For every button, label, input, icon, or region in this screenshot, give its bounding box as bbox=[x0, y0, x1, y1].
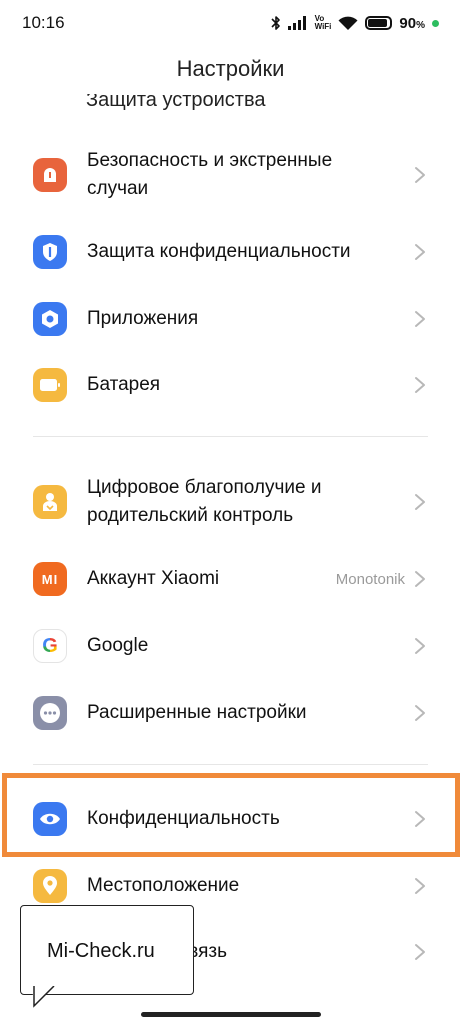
chevron-right-icon bbox=[415, 244, 425, 260]
watermark-text: Mi-Check.ru bbox=[47, 940, 155, 962]
status-bar: 10:16 Vo WiFi 90% bbox=[0, 0, 461, 46]
settings-item-security-emergency[interactable]: Безопасность и экстренные случаи bbox=[0, 145, 461, 205]
settings-item-label: Защита устройства bbox=[86, 94, 266, 110]
settings-item-label: Защита конфиденциальности bbox=[87, 241, 351, 262]
chevron-right-icon bbox=[415, 571, 425, 587]
more-dots-icon bbox=[33, 696, 67, 730]
location-pin-icon bbox=[33, 869, 67, 903]
chevron-right-icon bbox=[415, 494, 425, 510]
home-indicator[interactable] bbox=[141, 1012, 321, 1017]
settings-item-label: Расширенные настройки bbox=[87, 702, 307, 723]
mi-logo-text: MI bbox=[41, 571, 59, 587]
battery-percent: 90% bbox=[399, 15, 425, 32]
account-name-value: Monotonik bbox=[335, 570, 405, 588]
watermark-bubble: Mi-Check.ru bbox=[20, 905, 194, 995]
highlight-frame bbox=[2, 773, 460, 857]
settings-item-xiaomi-account[interactable]: MI Аккаунт Xiaomi Monotonik bbox=[0, 549, 461, 609]
settings-item-battery[interactable]: Батарея bbox=[0, 355, 461, 415]
apps-hexagon-icon bbox=[33, 302, 67, 336]
settings-item-label: Безопасность и экстренные случаи bbox=[87, 150, 333, 199]
vowifi-icon: Vo WiFi bbox=[315, 15, 332, 31]
status-icons: Vo WiFi 90% bbox=[271, 12, 439, 34]
chevron-right-icon bbox=[415, 944, 425, 960]
settings-item-apps[interactable]: Приложения bbox=[0, 289, 461, 349]
watermark-tail bbox=[32, 986, 55, 1008]
settings-item-label: Google bbox=[87, 635, 149, 656]
bluetooth-icon bbox=[271, 15, 281, 31]
wellbeing-person-icon bbox=[33, 485, 67, 519]
battery-icon bbox=[33, 368, 67, 402]
wifi-icon bbox=[338, 16, 358, 31]
page-title: Настройки bbox=[176, 56, 285, 81]
chevron-right-icon bbox=[415, 167, 425, 183]
sos-icon bbox=[33, 158, 67, 192]
battery-fill bbox=[368, 19, 388, 27]
mi-logo-icon: MI bbox=[33, 562, 67, 596]
settings-item-google[interactable]: G Google bbox=[0, 616, 461, 676]
chevron-right-icon bbox=[415, 705, 425, 721]
settings-item-digital-wellbeing[interactable]: Цифровое благополучие и родительский кон… bbox=[0, 472, 461, 532]
settings-item-label: Батарея bbox=[87, 374, 161, 395]
settings-item-label: Приложения bbox=[87, 308, 199, 329]
section-divider bbox=[33, 764, 428, 765]
settings-item-label: Цифровое благополучие и родительский кон… bbox=[87, 477, 322, 526]
wifi-label: WiFi bbox=[314, 22, 332, 31]
privacy-indicator-dot bbox=[432, 19, 439, 27]
google-icon: G bbox=[33, 629, 67, 663]
chevron-right-icon bbox=[415, 878, 425, 894]
settings-item-device-protection[interactable]: Защита устройства bbox=[86, 94, 386, 110]
chevron-right-icon bbox=[415, 638, 425, 654]
settings-item-label: Местоположение bbox=[87, 875, 240, 896]
battery-icon bbox=[365, 16, 393, 30]
section-divider bbox=[33, 436, 428, 437]
status-time: 10:16 bbox=[22, 13, 65, 32]
privacy-shield-icon bbox=[33, 235, 67, 269]
signal-icon bbox=[287, 16, 308, 30]
google-letter: G bbox=[42, 634, 58, 657]
battery-percent-value: 90 bbox=[399, 14, 417, 32]
chevron-right-icon bbox=[415, 311, 425, 327]
chevron-right-icon bbox=[415, 377, 425, 393]
battery-percent-suffix: % bbox=[416, 19, 425, 31]
settings-item-advanced[interactable]: Расширенные настройки bbox=[0, 683, 461, 743]
settings-item-privacy-protection[interactable]: Защита конфиденциальности bbox=[0, 222, 461, 282]
